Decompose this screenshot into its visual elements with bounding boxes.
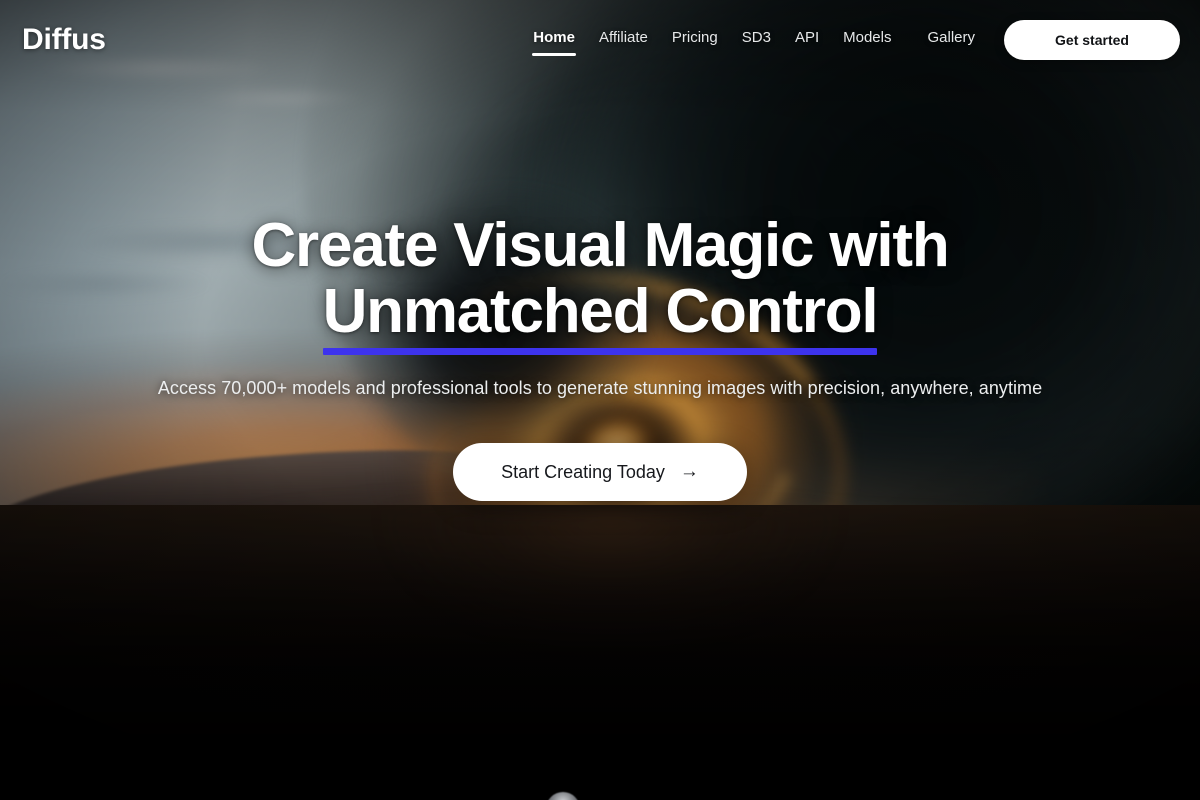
nav-links: Home Affiliate Pricing SD3 API Models Ga… bbox=[532, 23, 976, 58]
nav-link-gallery[interactable]: Gallery bbox=[926, 23, 976, 58]
start-creating-today-button[interactable]: Start Creating Today → bbox=[453, 443, 747, 502]
background-vignette bbox=[0, 0, 1200, 800]
nav-link-api[interactable]: API bbox=[794, 23, 820, 58]
nav-link-affiliate[interactable]: Affiliate bbox=[598, 23, 649, 58]
page-root: Diffus Home Affiliate Pricing SD3 API Mo… bbox=[0, 0, 1200, 800]
hero-subheadline: Access 70,000+ models and professional t… bbox=[157, 378, 1043, 399]
hero-headline-line-2: Unmatched Control bbox=[322, 278, 879, 356]
nav-link-pricing[interactable]: Pricing bbox=[671, 23, 719, 58]
brand-logo[interactable]: Diffus bbox=[22, 23, 106, 57]
hero-headline-line-1: Create Visual Magic with bbox=[251, 211, 949, 280]
nav-link-sd3[interactable]: SD3 bbox=[741, 23, 772, 58]
cta-label: Start Creating Today bbox=[501, 461, 665, 482]
hero-headline-line-2-wrap: Unmatched Control bbox=[251, 278, 948, 356]
top-navigation-bar: Diffus Home Affiliate Pricing SD3 API Mo… bbox=[0, 0, 1200, 80]
hero-background-image bbox=[0, 0, 1200, 800]
arrow-right-icon: → bbox=[679, 460, 699, 482]
nav-link-models[interactable]: Models bbox=[842, 23, 892, 58]
nav-link-home[interactable]: Home bbox=[532, 23, 576, 58]
hero-headline: Create Visual Magic with Unmatched Contr… bbox=[251, 211, 950, 356]
get-started-button[interactable]: Get started bbox=[1004, 20, 1180, 60]
